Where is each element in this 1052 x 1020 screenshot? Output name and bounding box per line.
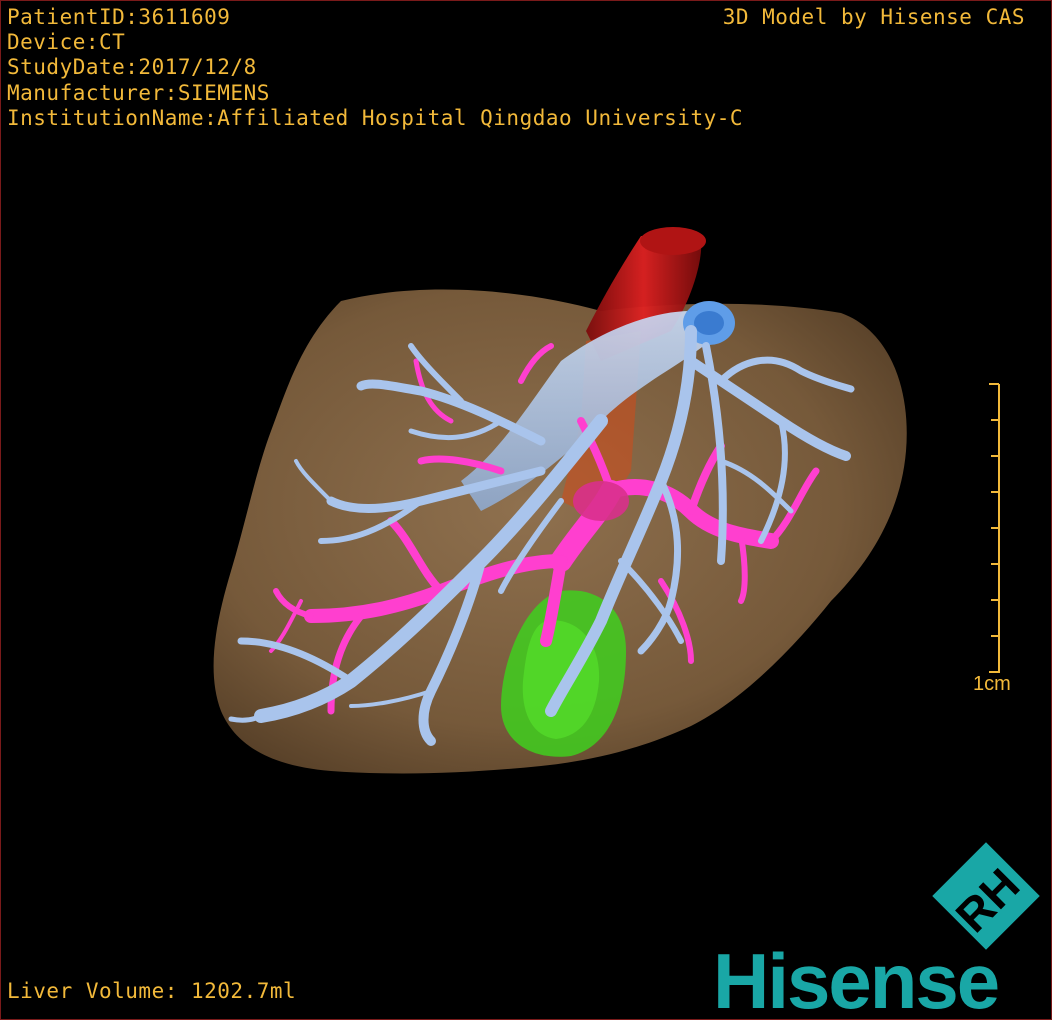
scale-bar — [989, 383, 1000, 673]
hisense-logo-icon: RH — [932, 842, 1040, 950]
scale-bar-label: 1cm — [973, 673, 1011, 695]
hisense-brand-text: Hisense — [713, 937, 1000, 1020]
3d-viewer-viewport[interactable]: PatientID:3611609 Device:CT StudyDate:20… — [0, 0, 1052, 1020]
vena-cava-top — [640, 227, 706, 255]
liver-volume-text: Liver Volume: 1202.7ml — [7, 979, 297, 1003]
liver-3d-model[interactable] — [1, 1, 1052, 1020]
